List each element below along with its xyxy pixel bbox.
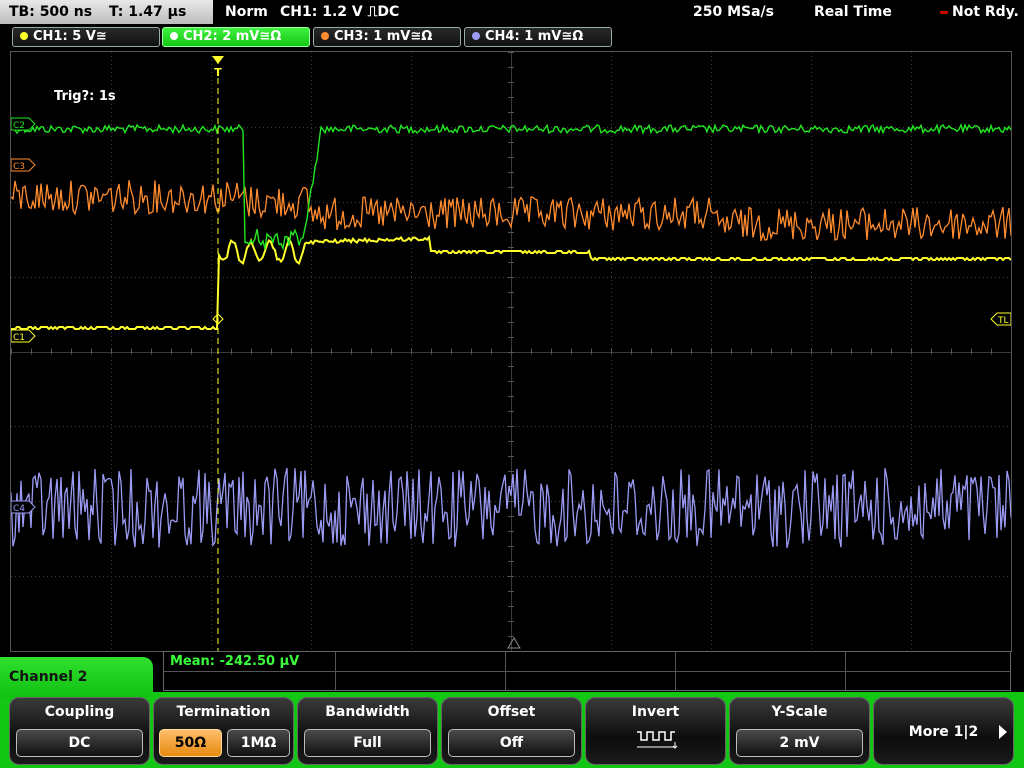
bandwidth-caption: Bandwidth [325,704,410,720]
bandwidth-softkey[interactable]: Bandwidth Full [297,697,438,765]
invert-caption: Invert [631,704,680,720]
termination-50ohm-option[interactable]: 50Ω [159,729,222,757]
coupling-softkey[interactable]: Coupling DC [9,697,150,765]
ch3-ground-marker[interactable]: C3 [11,158,36,172]
ch1-ground-marker[interactable]: C1 [11,329,36,343]
timebase-value: TB: 500 ns [9,4,93,20]
termination-softkey[interactable]: Termination 50Ω 1MΩ [153,697,294,765]
ch1-color-dot [20,32,28,40]
coupling-value[interactable]: DC [16,729,143,757]
trigger-pos-label: T [214,66,222,79]
termination-caption: Termination [176,704,271,720]
svg-text:C4: C4 [13,504,25,514]
bandwidth-value[interactable]: Full [304,729,431,757]
ch4-color-dot [472,32,480,40]
yscale-softkey[interactable]: Y-Scale 2 mV [729,697,870,765]
offset-value[interactable]: Off [448,729,575,757]
svg-text:C1: C1 [13,333,25,343]
next-page-icon [999,725,1007,739]
trigger-level-marker[interactable]: TL [990,312,1011,326]
status-indicator [940,11,948,14]
more-softkey[interactable]: More 1|2 [873,697,1014,765]
tab-ch2[interactable]: CH2: 2 mV≅Ω [162,27,310,47]
acquisition-mode[interactable]: Real Time [814,0,892,24]
trigger-mode[interactable]: Norm [225,0,268,24]
termination-1mohm-option[interactable]: 1MΩ [227,729,290,757]
tab-ch2-label: CH2: 2 mV≅Ω [183,29,282,44]
trigger-position-marker[interactable]: T [212,56,224,79]
offset-softkey[interactable]: Offset Off [441,697,582,765]
tab-ch3[interactable]: CH3: 1 mV≅Ω [313,27,461,47]
svg-text:TL: TL [997,316,1009,326]
status-bar: TB: 500 ns T: 1.47 µs Norm CH1: 1.2 V ⎍D… [0,0,1024,25]
invert-softkey[interactable]: Invert [585,697,726,765]
yscale-value[interactable]: 2 mV [736,729,863,757]
tab-ch4[interactable]: CH4: 1 mV≅Ω [464,27,612,47]
coupling-caption: Coupling [44,704,115,720]
tab-ch4-label: CH4: 1 mV≅Ω [485,29,584,44]
svg-text:C3: C3 [13,162,25,172]
trigger-setting[interactable]: CH1: 1.2 V ⎍DC [280,0,399,24]
tab-ch3-label: CH3: 1 mV≅Ω [334,29,433,44]
menu-title: Channel 2 [0,657,153,697]
svg-text:C2: C2 [13,121,25,131]
mean-measurement: Mean: -242.50 µV [170,654,300,669]
tab-ch1[interactable]: CH1: 5 V≅ [12,27,160,47]
sample-rate: 250 MSa/s [693,4,775,20]
measurement-panel: Mean: -242.50 µV [163,651,1011,691]
trigger-status: Trig?: 1s [54,89,116,104]
tab-ch1-label: CH1: 5 V≅ [33,29,107,44]
yscale-caption: Y-Scale [771,704,828,720]
center-marker [507,637,521,649]
more-label: More 1|2 [908,724,979,740]
trigger-time-value: T: 1.47 µs [108,4,187,20]
invert-waveform-icon [637,731,678,749]
ch3-color-dot [321,32,329,40]
ch2-color-dot [170,32,178,40]
waveform-canvas: T C2 C3 C1 C4 TL [11,52,1011,651]
timebase-box[interactable]: TB: 500 ns T: 1.47 µs [0,0,213,24]
graticule-ticks [11,52,992,637]
waveform-display[interactable]: T C2 C3 C1 C4 TL [10,51,1012,652]
offset-caption: Offset [487,704,536,720]
acquisition-status: Not Rdy. [952,4,1019,20]
